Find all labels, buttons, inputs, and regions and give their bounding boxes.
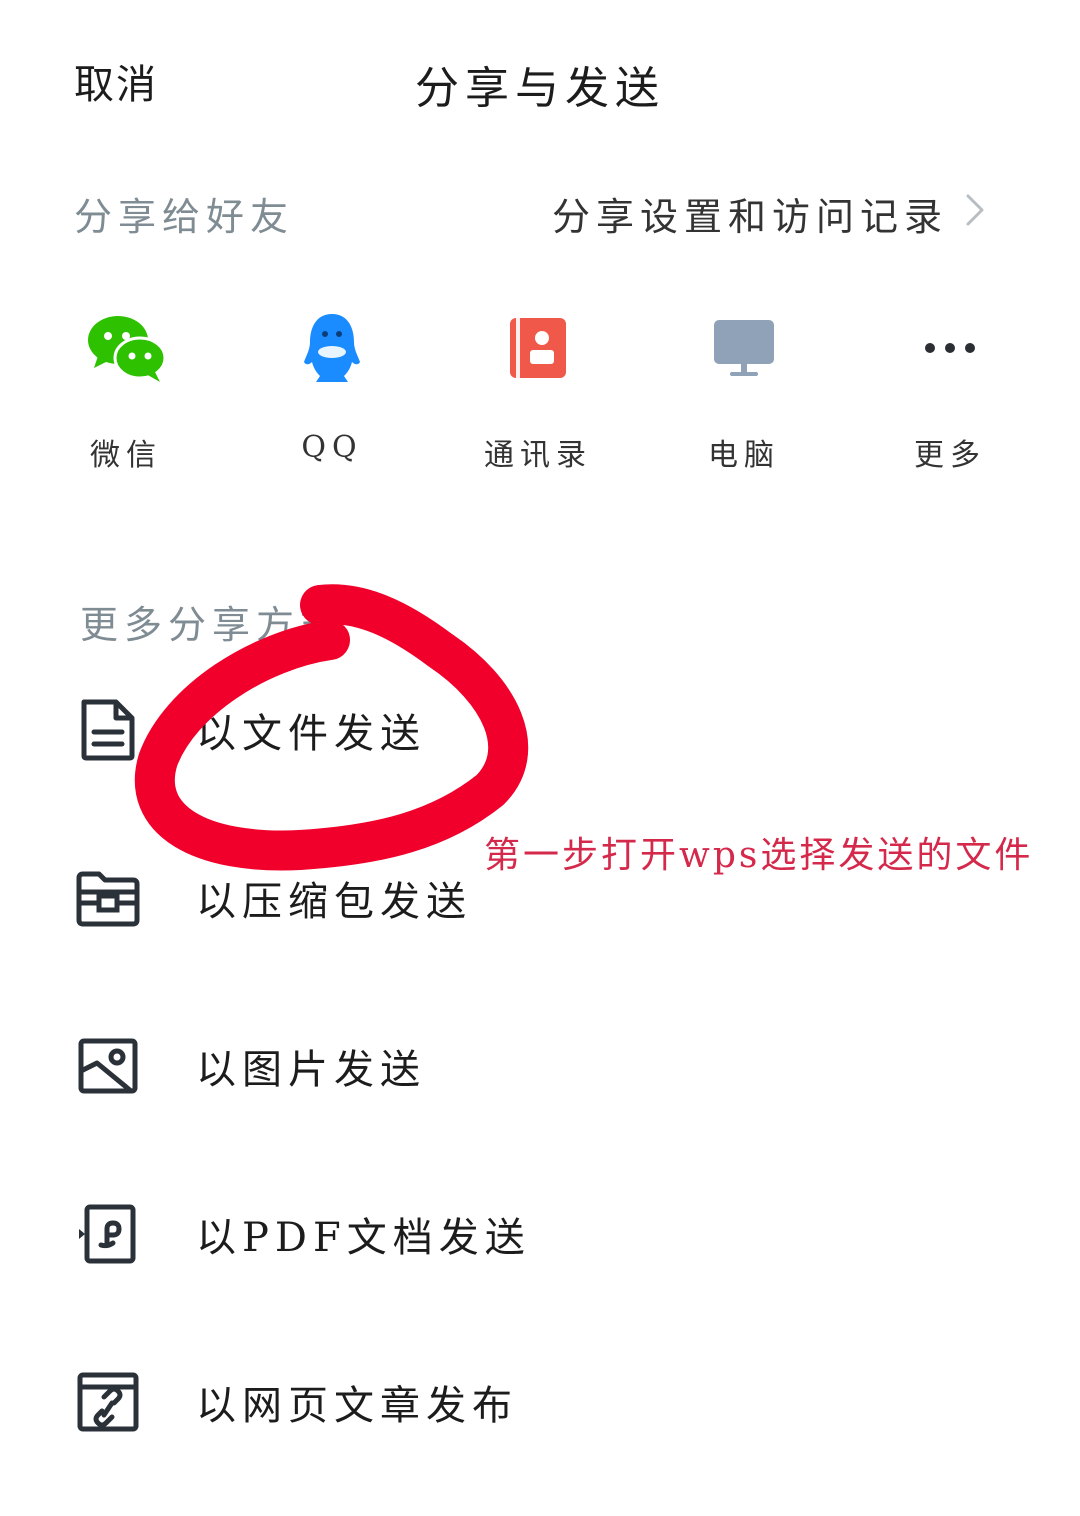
send-as-image-label: 以图片发送 [196,1047,426,1093]
share-app-wechat[interactable]: 微信 [46,300,206,474]
share-app-label: 电脑 [708,438,780,473]
share-app-computer[interactable]: 电脑 [664,300,824,474]
send-as-image[interactable]: 以图片发送 [60,1006,1020,1126]
share-settings-link[interactable]: 分享设置和访问记录 [552,186,948,241]
send-as-file[interactable]: 以文件发送 [60,670,1020,790]
share-app-label: QQ [301,430,363,465]
send-as-zip-label: 以压缩包发送 [196,879,472,925]
annotation-text: 第一步打开wps选择发送的文件 [484,835,1034,876]
share-app-qq[interactable]: QQ [252,300,412,465]
wechat-icon [78,300,174,396]
send-as-pdf-label: 以PDF文档发送 [196,1215,531,1261]
more-icon [902,300,998,396]
publish-as-web-article[interactable]: 以网页文章发布 [60,1342,1020,1462]
pdf-icon [60,1186,156,1282]
share-app-label: 更多 [914,438,986,473]
share-app-more[interactable]: 更多 [870,300,1030,474]
page-title: 分享与发送 [415,63,665,114]
share-app-contacts[interactable]: 通讯录 [458,300,618,474]
share-friends-label: 分享给好友 [74,195,295,239]
zip-folder-icon [60,850,156,946]
send-as-file-label: 以文件发送 [196,711,426,757]
contacts-icon [490,300,586,396]
chevron-right-icon[interactable] [956,190,996,230]
qq-icon [284,300,380,396]
publish-as-web-article-label: 以网页文章发布 [196,1383,518,1429]
image-icon [60,1018,156,1114]
share-app-label: 通讯录 [484,438,592,473]
more-share-label: 更多分享方式 [80,603,345,647]
file-icon [60,682,156,778]
computer-icon [696,300,792,396]
send-as-pdf[interactable]: 以PDF文档发送 [60,1174,1020,1294]
web-link-icon [60,1354,156,1450]
share-app-label: 微信 [90,438,162,473]
